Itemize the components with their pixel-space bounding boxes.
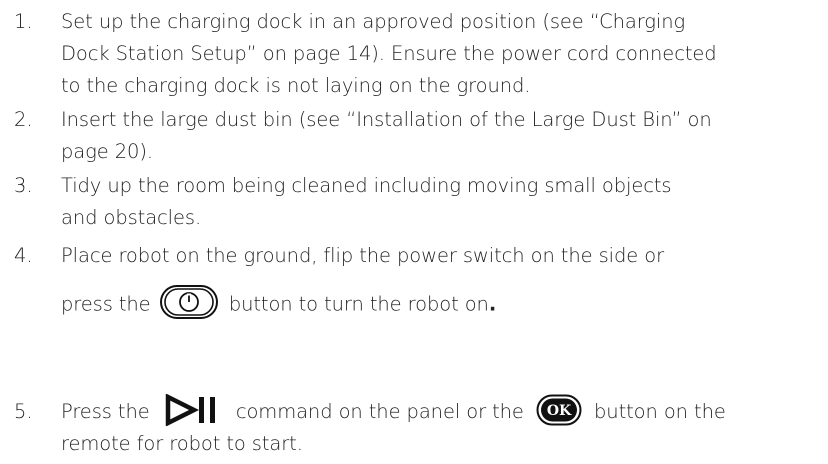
step-line: Tidy up the room being cleaned including…: [61, 174, 672, 197]
step-line: page 20).: [61, 140, 153, 163]
step-line: to the charging dock is not laying on th…: [61, 74, 531, 97]
step-text-fragment: press the: [61, 292, 151, 316]
step-text-fragment: Press the: [61, 400, 150, 423]
step-line: Insert the large dust bin (see “Installa…: [61, 108, 712, 131]
step-text-fragment: .: [488, 292, 497, 316]
step-line: Press the command on the panel or the OK…: [61, 393, 825, 428]
step-number: 1.: [14, 10, 33, 33]
ok-button-icon: OK: [536, 394, 582, 425]
step-text-fragment: command on the panel or the: [235, 400, 524, 423]
step-number: 5.: [14, 400, 33, 423]
step-text-fragment: button on the: [594, 400, 726, 423]
ok-label: OK: [547, 403, 572, 419]
step-text: Tidy up the room being cleaned including…: [61, 170, 825, 234]
instruction-list: 1. Set up the charging dock in an approv…: [0, 0, 828, 464]
play-pause-icon: [165, 393, 215, 426]
power-button-icon: [159, 285, 218, 319]
step-line: press the button to turn the robot on.: [61, 285, 825, 319]
step-text-fragment: button to turn the robot on: [228, 292, 489, 316]
step-text: Place robot on the ground, flip the powe…: [61, 240, 825, 319]
step-text: Press the command on the panel or the OK…: [61, 393, 825, 460]
step-line: Place robot on the ground, flip the powe…: [61, 244, 664, 267]
step-number: 2.: [14, 108, 33, 131]
step-line: Set up the charging dock in an approved …: [61, 10, 686, 33]
step-line: Dock Station Setup” on page 14). Ensure …: [61, 42, 717, 65]
step-text: Insert the large dust bin (see “Installa…: [61, 104, 825, 168]
step-number: 3.: [14, 174, 33, 197]
step-line: and obstacles.: [61, 206, 202, 229]
step-line: remote for robot to start.: [61, 432, 303, 455]
step-number: 4.: [14, 244, 33, 267]
step-text: Set up the charging dock in an approved …: [61, 6, 825, 102]
